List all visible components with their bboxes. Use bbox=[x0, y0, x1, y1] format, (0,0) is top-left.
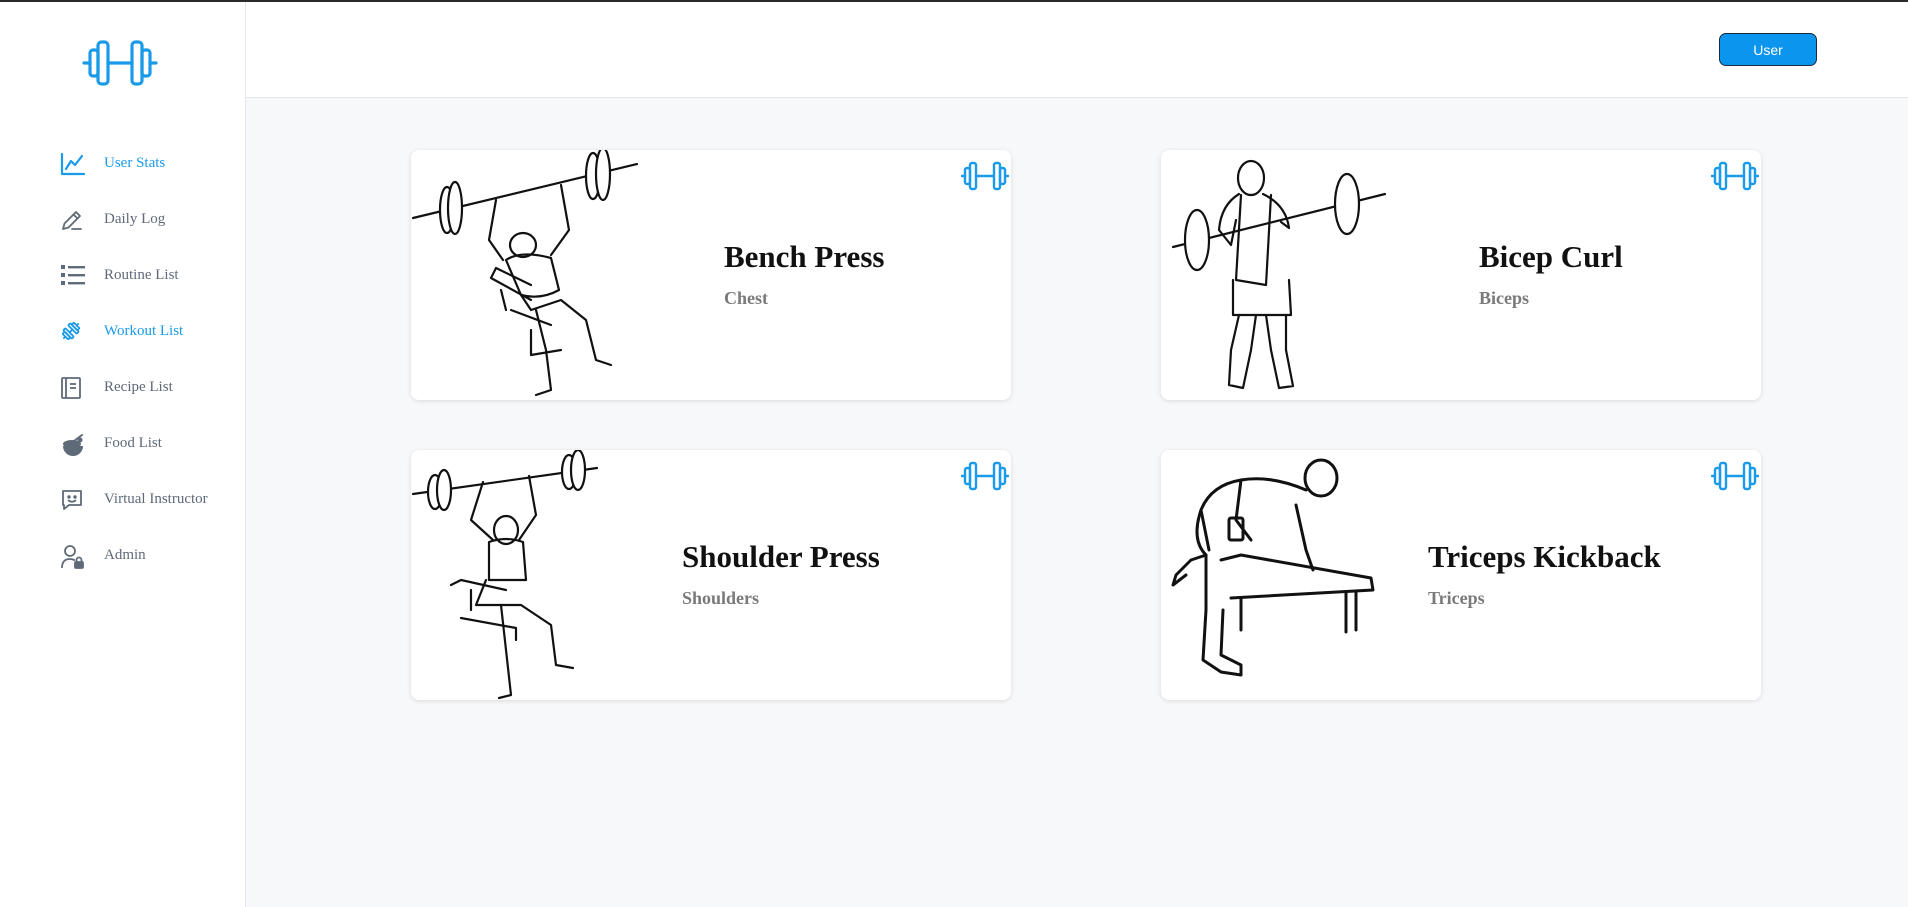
sidebar-item-routine-list[interactable]: Routine List bbox=[60, 256, 208, 312]
pencil-icon bbox=[60, 208, 92, 236]
workout-title: Bench Press bbox=[724, 239, 885, 274]
triceps-kickback-illustration bbox=[1171, 458, 1375, 677]
sidebar-item-label: Virtual Instructor bbox=[104, 491, 208, 507]
workout-muscle: Chest bbox=[724, 288, 768, 308]
sidebar-item-workout-list[interactable]: Workout List bbox=[60, 312, 208, 368]
sidebar-item-daily-log[interactable]: Daily Log bbox=[60, 200, 208, 256]
sidebar-item-label: Recipe List bbox=[104, 379, 173, 395]
workout-muscle: Triceps bbox=[1428, 588, 1485, 608]
sidebar-item-label: Routine List bbox=[104, 267, 179, 283]
workout-title: Shoulder Press bbox=[682, 539, 880, 574]
food-bowl-icon bbox=[60, 432, 92, 460]
bench-press-illustration bbox=[411, 150, 639, 397]
dumbbell-icon bbox=[60, 320, 92, 348]
sidebar: User Stats Daily Log Routine List Workou… bbox=[0, 0, 246, 907]
sidebar-nav: User Stats Daily Log Routine List Workou… bbox=[60, 144, 208, 592]
admin-user-icon bbox=[60, 544, 92, 572]
bicep-curl-illustration bbox=[1171, 159, 1387, 390]
workout-title: Bicep Curl bbox=[1479, 239, 1623, 274]
workout-muscle: Biceps bbox=[1479, 288, 1530, 308]
sidebar-item-label: Daily Log bbox=[104, 211, 166, 227]
app-logo[interactable] bbox=[82, 38, 158, 88]
dumbbell-icon bbox=[82, 40, 158, 86]
top-header: User bbox=[246, 2, 1908, 98]
sidebar-item-food-list[interactable]: Food List bbox=[60, 424, 208, 480]
workout-title: Triceps Kickback bbox=[1428, 539, 1661, 574]
sidebar-item-user-stats[interactable]: User Stats bbox=[60, 144, 208, 200]
sidebar-item-virtual-instructor[interactable]: Virtual Instructor bbox=[60, 480, 208, 536]
dumbbell-icon bbox=[1711, 161, 1759, 191]
sidebar-item-label: User Stats bbox=[104, 155, 166, 171]
workout-card-bicep-curl[interactable]: Bicep Curl Biceps bbox=[1161, 150, 1761, 400]
recipe-book-icon bbox=[60, 376, 92, 404]
user-button[interactable]: User bbox=[1719, 33, 1817, 66]
window-top-border bbox=[0, 0, 1908, 2]
dumbbell-icon bbox=[961, 161, 1009, 191]
sidebar-item-label: Workout List bbox=[104, 323, 184, 339]
workout-card-shoulder-press[interactable]: Shoulder Press Shoulders bbox=[411, 450, 1011, 700]
sidebar-item-label: Admin bbox=[104, 547, 146, 563]
workout-muscle: Shoulders bbox=[682, 588, 760, 608]
dumbbell-icon bbox=[961, 461, 1009, 491]
shoulder-press-illustration bbox=[411, 450, 599, 700]
line-chart-icon bbox=[60, 152, 92, 180]
list-icon bbox=[60, 264, 92, 292]
sidebar-item-admin[interactable]: Admin bbox=[60, 536, 208, 592]
chat-bot-icon bbox=[60, 488, 92, 516]
sidebar-item-recipe-list[interactable]: Recipe List bbox=[60, 368, 208, 424]
workout-card-triceps-kickback[interactable]: Triceps Kickback Triceps bbox=[1161, 450, 1761, 700]
workout-card-bench-press[interactable]: Bench Press Chest bbox=[411, 150, 1011, 400]
sidebar-item-label: Food List bbox=[104, 435, 162, 451]
dumbbell-icon bbox=[1711, 461, 1759, 491]
